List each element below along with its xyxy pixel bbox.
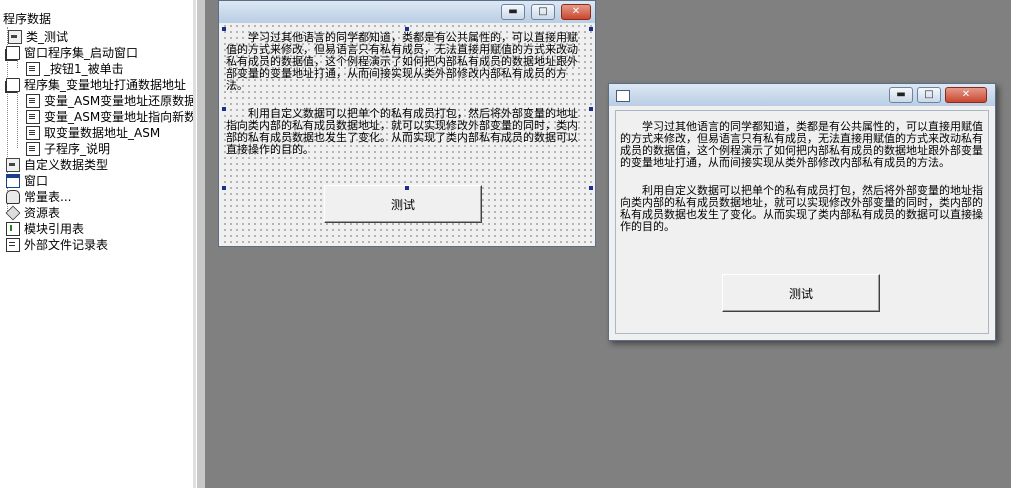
tree-item-modules[interactable]: 模块引用表 — [6, 221, 84, 237]
selection-handle[interactable] — [222, 107, 226, 111]
tree-item-sub[interactable]: 子程序_说明 — [26, 141, 110, 157]
selection-handle[interactable] — [405, 27, 409, 31]
selection-handle[interactable] — [589, 107, 593, 111]
tree-item-sub[interactable]: _按钮1_被单击 — [26, 61, 124, 77]
tree-item-sub[interactable]: 取变量数据地址_ASM — [26, 125, 160, 141]
preview-window[interactable]: ▬ □ ✕ 学习过其他语言的同学都知道，类都是有公共属性的，可以直接用赋值的方式… — [608, 83, 996, 341]
tree-item-label: 自定义数据类型 — [24, 158, 109, 172]
window-icon — [6, 174, 20, 188]
tree-item-label: 窗口程序集_启动窗口 — [24, 46, 139, 60]
maximize-button[interactable]: □ — [917, 87, 941, 103]
close-icon: ✕ — [571, 6, 581, 17]
tree-item-windows[interactable]: 窗口 — [6, 173, 48, 189]
tree-item-label: 常量表... — [24, 190, 72, 204]
selection-handle[interactable] — [589, 186, 593, 190]
subprogram-icon — [26, 142, 40, 156]
tree-item-label: 取变量数据地址_ASM — [44, 126, 161, 140]
minimize-button[interactable]: ▬ — [501, 4, 525, 20]
test-button[interactable]: 测试 — [324, 185, 482, 223]
tree-item-window-assembly[interactable]: 窗口程序集_启动窗口 — [6, 45, 138, 61]
design-window-titlebar[interactable]: ▬ □ ✕ — [219, 1, 595, 23]
subprogram-icon — [26, 126, 40, 140]
paragraph-1: 学习过其他语言的同学都知道，类都是有公共属性的，可以直接用赋值的方式来修改，但易… — [226, 31, 578, 92]
tree-guide-line — [17, 60, 18, 68]
tree-item-label: 资源表 — [24, 206, 61, 220]
tree-item-external-files[interactable]: 外部文件记录表 — [6, 237, 108, 253]
design-window[interactable]: ▬ □ ✕ 学习过其他语言的同学都知道，类都是有公共属性的，可以直接用赋值的方式… — [218, 0, 596, 247]
tree-item-constants[interactable]: 常量表... — [6, 189, 71, 205]
program-data-tree[interactable]: 程序数据 类_测试 窗口程序集_启动窗口 _按钮1_被单击 程序集_变量地址打通… — [0, 0, 197, 488]
description-label: 学习过其他语言的同学都知道，类都是有公共属性的，可以直接用赋值的方式来修改，但易… — [620, 121, 986, 233]
tree-item-label: 子程序_说明 — [44, 142, 111, 156]
tree-root-label[interactable]: 程序数据 — [3, 11, 51, 27]
tree-item-class[interactable]: 类_测试 — [8, 29, 68, 45]
tree-item-label: 窗口 — [24, 174, 49, 188]
selection-handle[interactable] — [222, 27, 226, 31]
close-icon: ✕ — [961, 89, 971, 100]
selection-handle[interactable] — [405, 186, 409, 190]
design-client-area[interactable]: 学习过其他语言的同学都知道，类都是有公共属性的，可以直接用赋值的方式来修改，但易… — [222, 23, 593, 243]
paragraph-1: 学习过其他语言的同学都知道，类都是有公共属性的，可以直接用赋值的方式来修改，但易… — [620, 120, 983, 169]
selection-handle[interactable] — [589, 27, 593, 31]
assembly-icon — [6, 46, 20, 60]
minimize-icon: ▬ — [508, 6, 518, 17]
tree-item-custom-types[interactable]: 自定义数据类型 — [6, 157, 108, 173]
class-icon — [8, 30, 22, 44]
tree-item-resources[interactable]: 资源表 — [5, 205, 61, 221]
tree-guide-line — [17, 92, 18, 148]
tree-item-label: _按钮1_被单击 — [44, 62, 124, 76]
design-workspace: ▬ □ ✕ 学习过其他语言的同学都知道，类都是有公共属性的，可以直接用赋值的方式… — [206, 0, 1011, 488]
tree-item-label: 模块引用表 — [24, 222, 85, 236]
minimize-button[interactable]: ▬ — [889, 87, 913, 103]
tree-item-label: 外部文件记录表 — [24, 238, 109, 252]
tree-item-assembly[interactable]: 程序集_变量地址打通数据地址 — [6, 77, 186, 93]
preview-window-titlebar[interactable]: ▬ □ ✕ — [609, 84, 995, 106]
paragraph-2: 利用自定义数据可以把单个的私有成员打包，然后将外部变量的地址指向类内部的私有成员… — [620, 184, 983, 233]
subprogram-icon — [26, 62, 40, 76]
subprogram-icon — [26, 94, 40, 108]
file-icon — [6, 238, 20, 252]
maximize-button[interactable]: □ — [531, 4, 555, 20]
resource-icon — [5, 205, 21, 221]
preview-client-area: 学习过其他语言的同学都知道，类都是有公共属性的，可以直接用赋值的方式来修改，但易… — [615, 110, 989, 334]
selection-handle[interactable] — [222, 186, 226, 190]
close-button[interactable]: ✕ — [561, 4, 591, 20]
minimize-icon: ▬ — [896, 89, 906, 100]
tree-item-sub[interactable]: 变量_ASM变量地址还原数据 — [26, 93, 196, 109]
test-button[interactable]: 测试 — [722, 274, 880, 312]
close-button[interactable]: ✕ — [945, 87, 987, 103]
assembly-icon — [6, 78, 20, 92]
panel-splitter[interactable] — [196, 0, 206, 488]
tree-item-label: 类_测试 — [26, 30, 69, 44]
tree-item-label: 程序集_变量地址打通数据地址 — [24, 78, 187, 92]
tree-item-sub[interactable]: 变量_ASM变量地址指向新数 — [26, 109, 196, 125]
maximize-icon: □ — [924, 89, 934, 100]
paragraph-2: 利用自定义数据可以把单个的私有成员打包，然后将外部变量的地址指向类内部的私有成员… — [226, 107, 578, 156]
subprogram-icon — [26, 110, 40, 124]
module-icon — [6, 222, 20, 236]
description-label[interactable]: 学习过其他语言的同学都知道，类都是有公共属性的，可以直接用赋值的方式来修改，但易… — [226, 32, 588, 156]
tree-item-label: 变量_ASM变量地址指向新数 — [44, 110, 197, 124]
maximize-icon: □ — [538, 6, 548, 17]
class-icon — [6, 158, 20, 172]
app-icon — [616, 90, 630, 102]
tree-item-label: 变量_ASM变量地址还原数据 — [44, 94, 197, 108]
database-icon — [6, 190, 20, 204]
